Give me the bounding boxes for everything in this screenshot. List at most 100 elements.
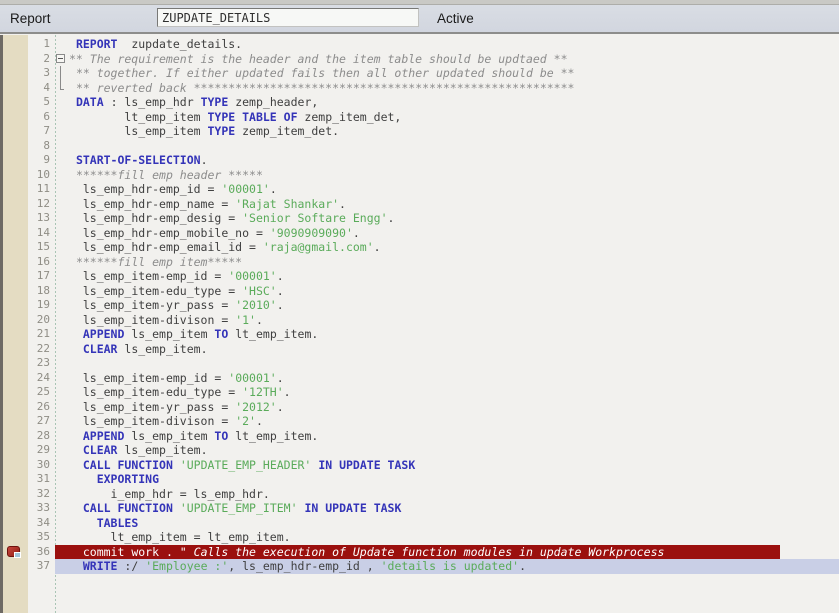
code-text[interactable]: ls_emp_hdr-emp_id = '00001'. — [55, 182, 839, 197]
code-line-content[interactable]: ls_emp_item-emp_id = '00001'. — [55, 371, 839, 386]
breakpoint-gutter[interactable] — [0, 153, 28, 168]
code-line[interactable]: 28 APPEND ls_emp_item TO lt_emp_item. — [0, 429, 839, 444]
code-text[interactable]: CLEAR ls_emp_item. — [55, 443, 839, 458]
code-line[interactable]: 21 APPEND ls_emp_item TO lt_emp_item. — [0, 327, 839, 342]
breakpoint-gutter[interactable] — [0, 501, 28, 516]
code-line[interactable]: 19 ls_emp_item-yr_pass = '2010'. — [0, 298, 839, 313]
breakpoint-gutter[interactable] — [0, 487, 28, 502]
code-line-content[interactable]: ******fill emp item***** — [55, 255, 839, 270]
code-text[interactable]: REPORT zupdate_details. — [55, 37, 839, 52]
breakpoint-gutter[interactable] — [0, 95, 28, 110]
code-text[interactable]: ls_emp_hdr-emp_desig = 'Senior Softare E… — [55, 211, 839, 226]
code-line[interactable]: 8 — [0, 139, 839, 154]
code-line-content[interactable]: i_emp_hdr = ls_emp_hdr. — [55, 487, 839, 502]
breakpoint-gutter[interactable] — [0, 429, 28, 444]
report-name-input[interactable] — [157, 8, 419, 27]
code-text[interactable]: ls_emp_hdr-emp_name = 'Rajat Shankar'. — [55, 197, 839, 212]
code-text[interactable]: EXPORTING — [55, 472, 839, 487]
breakpoint-gutter[interactable] — [0, 66, 28, 81]
code-text[interactable]: lt_emp_item TYPE TABLE OF zemp_item_det, — [55, 110, 839, 125]
code-line-content[interactable]: START-OF-SELECTION. — [55, 153, 839, 168]
code-line-content[interactable]: ls_emp_hdr-emp_email_id = 'raja@gmail.co… — [55, 240, 839, 255]
code-line[interactable]: 24 ls_emp_item-emp_id = '00001'. — [0, 371, 839, 386]
breakpoint-gutter[interactable] — [0, 400, 28, 415]
code-line-content[interactable]: CALL FUNCTION 'UPDATE_EMP_HEADER' IN UPD… — [55, 458, 839, 473]
code-line-content[interactable]: ** The requirement is the header and the… — [55, 52, 839, 67]
breakpoint-gutter[interactable] — [0, 443, 28, 458]
code-line[interactable]: 20 ls_emp_item-divison = '1'. — [0, 313, 839, 328]
code-line-content[interactable]: DATA : ls_emp_hdr TYPE zemp_header, — [55, 95, 839, 110]
code-line-content[interactable]: APPEND ls_emp_item TO lt_emp_item. — [55, 429, 839, 444]
code-text[interactable]: ls_emp_item-edu_type = '12TH'. — [55, 385, 839, 400]
code-line[interactable]: 23 — [0, 356, 839, 371]
code-text[interactable]: ** The requirement is the header and the… — [55, 52, 839, 67]
breakpoint-gutter[interactable] — [0, 298, 28, 313]
code-line[interactable]: 26 ls_emp_item-yr_pass = '2012'. — [0, 400, 839, 415]
code-line[interactable]: 6 lt_emp_item TYPE TABLE OF zemp_item_de… — [0, 110, 839, 125]
code-text[interactable]: lt_emp_item = lt_emp_item. — [55, 530, 839, 545]
code-text[interactable] — [55, 139, 839, 154]
code-text[interactable]: ls_emp_item TYPE zemp_item_det. — [55, 124, 839, 139]
code-line-content[interactable]: ls_emp_item-divison = '1'. — [55, 313, 839, 328]
code-line[interactable]: 4 ** reverted back *********************… — [0, 81, 839, 96]
code-line[interactable]: 9 START-OF-SELECTION. — [0, 153, 839, 168]
code-line-content[interactable]: EXPORTING — [55, 472, 839, 487]
breakpoint-gutter[interactable] — [0, 371, 28, 386]
breakpoint-gutter[interactable] — [0, 211, 28, 226]
code-line-content[interactable]: ls_emp_item TYPE zemp_item_det. — [55, 124, 839, 139]
code-line[interactable]: 18 ls_emp_item-edu_type = 'HSC'. — [0, 284, 839, 299]
breakpoint-gutter[interactable] — [0, 139, 28, 154]
code-line-content[interactable]: ls_emp_item-emp_id = '00001'. — [55, 269, 839, 284]
breakpoint-gutter[interactable] — [0, 545, 28, 560]
code-line[interactable]: 10 ******fill emp header ***** — [0, 168, 839, 183]
code-line[interactable]: 34 TABLES — [0, 516, 839, 531]
breakpoint-gutter[interactable] — [0, 197, 28, 212]
breakpoint-gutter[interactable] — [0, 313, 28, 328]
breakpoint-gutter[interactable] — [0, 182, 28, 197]
code-text[interactable]: APPEND ls_emp_item TO lt_emp_item. — [55, 327, 839, 342]
code-line[interactable]: 17 ls_emp_item-emp_id = '00001'. — [0, 269, 839, 284]
breakpoint-gutter[interactable] — [0, 516, 28, 531]
code-text[interactable]: ls_emp_hdr-emp_mobile_no = '9090909090'. — [55, 226, 839, 241]
code-line[interactable]: 2** The requirement is the header and th… — [0, 52, 839, 67]
code-line-content[interactable]: CALL FUNCTION 'UPDATE_EMP_ITEM' IN UPDAT… — [55, 501, 839, 516]
code-line-content[interactable]: APPEND ls_emp_item TO lt_emp_item. — [55, 327, 839, 342]
code-line-content[interactable]: ls_emp_hdr-emp_name = 'Rajat Shankar'. — [55, 197, 839, 212]
breakpoint-icon[interactable] — [7, 546, 20, 557]
breakpoint-gutter[interactable] — [0, 559, 28, 574]
code-line[interactable]: 25 ls_emp_item-edu_type = '12TH'. — [0, 385, 839, 400]
breakpoint-gutter[interactable] — [0, 240, 28, 255]
code-text[interactable]: ls_emp_item-edu_type = 'HSC'. — [55, 284, 839, 299]
breakpoint-gutter[interactable] — [0, 255, 28, 270]
code-text[interactable]: ** reverted back ***********************… — [55, 81, 839, 96]
breakpoint-gutter[interactable] — [0, 342, 28, 357]
code-line[interactable]: 3 ** together. If either updated fails t… — [0, 66, 839, 81]
breakpoint-gutter[interactable] — [0, 124, 28, 139]
code-line[interactable]: 33 CALL FUNCTION 'UPDATE_EMP_ITEM' IN UP… — [0, 501, 839, 516]
code-line[interactable]: 22 CLEAR ls_emp_item. — [0, 342, 839, 357]
code-line-content[interactable]: ls_emp_hdr-emp_mobile_no = '9090909090'. — [55, 226, 839, 241]
code-line-content[interactable]: ls_emp_item-yr_pass = '2010'. — [55, 298, 839, 313]
code-line[interactable]: 35 lt_emp_item = lt_emp_item. — [0, 530, 839, 545]
code-line-content[interactable] — [55, 356, 839, 371]
code-line-content[interactable]: ** reverted back ***********************… — [55, 81, 839, 96]
breakpoint-gutter[interactable] — [0, 269, 28, 284]
breakpoint-gutter[interactable] — [0, 52, 28, 67]
code-line[interactable]: 1 REPORT zupdate_details. — [0, 37, 839, 52]
breakpoint-gutter[interactable] — [0, 458, 28, 473]
breakpoint-gutter[interactable] — [0, 414, 28, 429]
code-line[interactable]: 15 ls_emp_hdr-emp_email_id = 'raja@gmail… — [0, 240, 839, 255]
breakpoint-gutter[interactable] — [0, 530, 28, 545]
code-line-content[interactable]: WRITE :/ 'Employee :', ls_emp_hdr-emp_id… — [55, 559, 839, 574]
breakpoint-gutter[interactable] — [0, 226, 28, 241]
code-line-content[interactable]: CLEAR ls_emp_item. — [55, 443, 839, 458]
code-line[interactable]: 12 ls_emp_hdr-emp_name = 'Rajat Shankar'… — [0, 197, 839, 212]
code-line-content[interactable]: REPORT zupdate_details. — [55, 37, 839, 52]
code-line[interactable]: 32 i_emp_hdr = ls_emp_hdr. — [0, 487, 839, 502]
breakpoint-gutter[interactable] — [0, 327, 28, 342]
code-line-content[interactable] — [55, 139, 839, 154]
breakpoint-gutter[interactable] — [0, 37, 28, 52]
code-line-content[interactable]: ls_emp_item-edu_type = 'HSC'. — [55, 284, 839, 299]
code-line[interactable]: 29 CLEAR ls_emp_item. — [0, 443, 839, 458]
breakpoint-gutter[interactable] — [0, 356, 28, 371]
